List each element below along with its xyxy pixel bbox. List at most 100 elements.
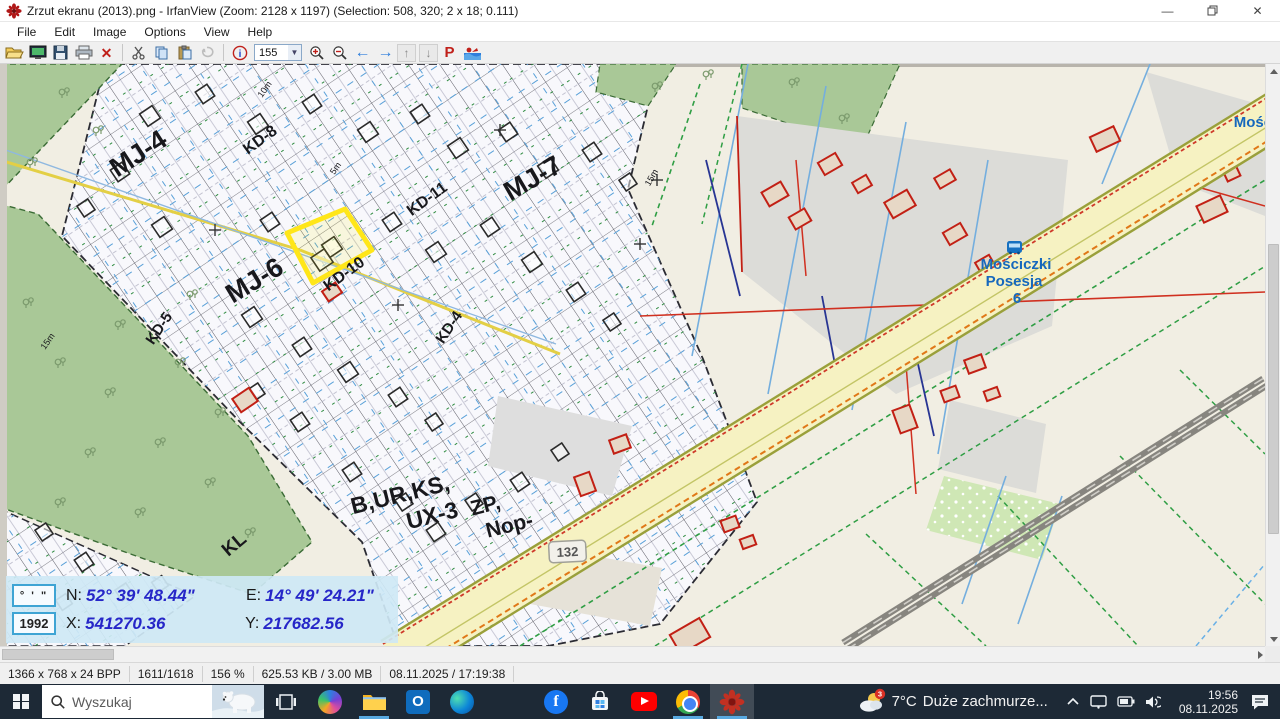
start-button[interactable] <box>0 684 42 719</box>
map-label: Posesja <box>986 273 1043 290</box>
notification-center-button[interactable] <box>1246 693 1280 711</box>
youtube-icon <box>631 692 657 711</box>
batch-button[interactable]: P <box>438 43 461 63</box>
file-explorer-button[interactable] <box>352 684 396 719</box>
tray-chevron-up-icon[interactable] <box>1066 696 1080 708</box>
arrow-left-icon: ← <box>354 43 371 61</box>
edge-icon <box>450 689 474 714</box>
zoom-in-icon <box>309 45 324 60</box>
info-icon: i <box>232 45 247 60</box>
zoom-out-button[interactable] <box>328 43 351 63</box>
youtube-button[interactable] <box>622 684 666 719</box>
scroll-down-arrow[interactable] <box>1266 632 1280 646</box>
delete-button[interactable]: ✕ <box>95 43 118 63</box>
wallpaper-button[interactable] <box>461 43 484 63</box>
zoom-in-button[interactable] <box>305 43 328 63</box>
copilot-icon <box>318 689 342 714</box>
info-button[interactable]: i <box>228 43 251 63</box>
paste-button[interactable] <box>173 43 196 63</box>
scroll-right-arrow[interactable] <box>1258 651 1263 659</box>
irfanview-taskbar-button[interactable] <box>710 684 754 719</box>
chevron-down-icon: ▼ <box>288 45 301 60</box>
status-dimensions: 1366 x 768 x 24 BPP <box>0 665 130 682</box>
copilot-button[interactable] <box>308 684 352 719</box>
svg-text:132: 132 <box>556 544 578 560</box>
p-letter-icon: P <box>444 44 455 61</box>
undo-button[interactable] <box>196 43 219 63</box>
undo-icon <box>201 46 214 58</box>
map-label: 6 <box>1013 290 1021 307</box>
menu-view[interactable]: View <box>195 23 239 41</box>
x-label: X: <box>66 614 82 632</box>
delete-x-icon: ✕ <box>100 44 113 61</box>
horizontal-scroll-thumb[interactable] <box>2 649 114 660</box>
cut-button[interactable] <box>127 43 150 63</box>
svg-text:i: i <box>238 49 241 60</box>
printer-icon <box>75 45 92 60</box>
clock-date: 08.11.2025 <box>1178 701 1238 716</box>
taskbar: Wyszukaj O f 3 7°C Duże zachmurze... 19:… <box>0 684 1280 719</box>
weather-widget[interactable]: 3 7°C Duże zachmurze... <box>850 688 1056 716</box>
crs-box: 1992 <box>12 612 56 635</box>
irfanview-icon <box>719 689 745 714</box>
next-image-button[interactable]: → <box>374 43 397 63</box>
status-bar: 1366 x 768 x 24 BPP 1611/1618 156 % 625.… <box>0 662 1280 684</box>
copy-button[interactable] <box>150 43 173 63</box>
minimize-button[interactable]: — <box>1145 0 1190 21</box>
horizontal-scrollbar[interactable] <box>0 646 1265 662</box>
map-canvas: 132 MJ-4 KD-8KD-11 MJ-7MJ-6 KD-10KD-5 KD-4B,… <box>0 64 1265 646</box>
bus-stop-icon <box>1007 241 1022 255</box>
search-icon <box>51 694 65 709</box>
slideshow-button[interactable] <box>26 43 49 63</box>
menu-file[interactable]: File <box>8 23 45 41</box>
outlook-button[interactable]: O <box>396 684 440 719</box>
notification-icon <box>1252 694 1268 709</box>
scan-edge <box>0 64 7 646</box>
road-number-badge: 132 <box>547 539 588 564</box>
close-button[interactable]: ✕ <box>1235 0 1280 21</box>
clock[interactable]: 19:56 08.11.2025 <box>1171 688 1246 716</box>
chrome-icon <box>676 689 700 714</box>
svg-text:3: 3 <box>878 689 882 698</box>
task-view-button[interactable] <box>264 684 308 719</box>
open-folder-icon <box>5 47 24 59</box>
facebook-button[interactable]: f <box>534 684 578 719</box>
menu-edit[interactable]: Edit <box>45 23 84 41</box>
north-label: N: <box>66 586 82 604</box>
edge-button[interactable] <box>440 684 484 719</box>
vertical-scrollbar[interactable] <box>1265 64 1280 646</box>
menu-help[interactable]: Help <box>239 23 282 41</box>
menu-image[interactable]: Image <box>84 23 135 41</box>
toolbar: ✕ i 155 ▼ ← → ↑ ↓ P <box>0 41 1280 64</box>
print-button[interactable] <box>72 43 95 63</box>
vertical-scroll-thumb[interactable] <box>1268 244 1279 534</box>
weather-desc: Duże zachmurze... <box>922 693 1048 710</box>
restore-icon <box>1207 5 1218 16</box>
restore-button[interactable] <box>1190 0 1235 21</box>
menu-options[interactable]: Options <box>135 23 194 41</box>
chrome-button[interactable] <box>666 684 710 719</box>
arrow-up-icon: ↑ <box>403 45 410 60</box>
weather-temp: 7°C <box>891 693 917 710</box>
battery-icon[interactable] <box>1117 696 1135 707</box>
window-title: Zrzut ekranu (2013).png - IrfanView (Zoo… <box>27 3 519 18</box>
degrees-mode-box: ° ' " <box>12 584 56 607</box>
last-image-button[interactable]: ↓ <box>419 43 438 62</box>
wireless-display-icon[interactable] <box>1090 694 1107 709</box>
speaker-icon[interactable] <box>1145 695 1161 709</box>
map-image[interactable]: 132 MJ-4 KD-8 KD-11 MJ-7 MJ-6 KD-10 KD-5 KD-4 B,… <box>0 64 1265 646</box>
first-image-button[interactable]: ↑ <box>397 43 416 62</box>
store-button[interactable] <box>578 684 622 719</box>
zoom-value: 155 <box>259 46 278 59</box>
zoom-combobox[interactable]: 155 ▼ <box>254 44 302 61</box>
arrow-down-icon: ↓ <box>425 45 432 60</box>
open-button[interactable] <box>3 43 26 63</box>
zoom-out-icon <box>332 45 347 60</box>
previous-image-button[interactable]: ← <box>351 43 374 63</box>
windows-logo-icon <box>13 693 29 710</box>
status-datetime: 08.11.2025 / 17:19:38 <box>381 665 515 682</box>
polar-bear-image <box>212 685 264 718</box>
save-button[interactable] <box>49 43 72 63</box>
scroll-up-arrow[interactable] <box>1266 64 1280 78</box>
search-box[interactable]: Wyszukaj <box>42 685 264 718</box>
